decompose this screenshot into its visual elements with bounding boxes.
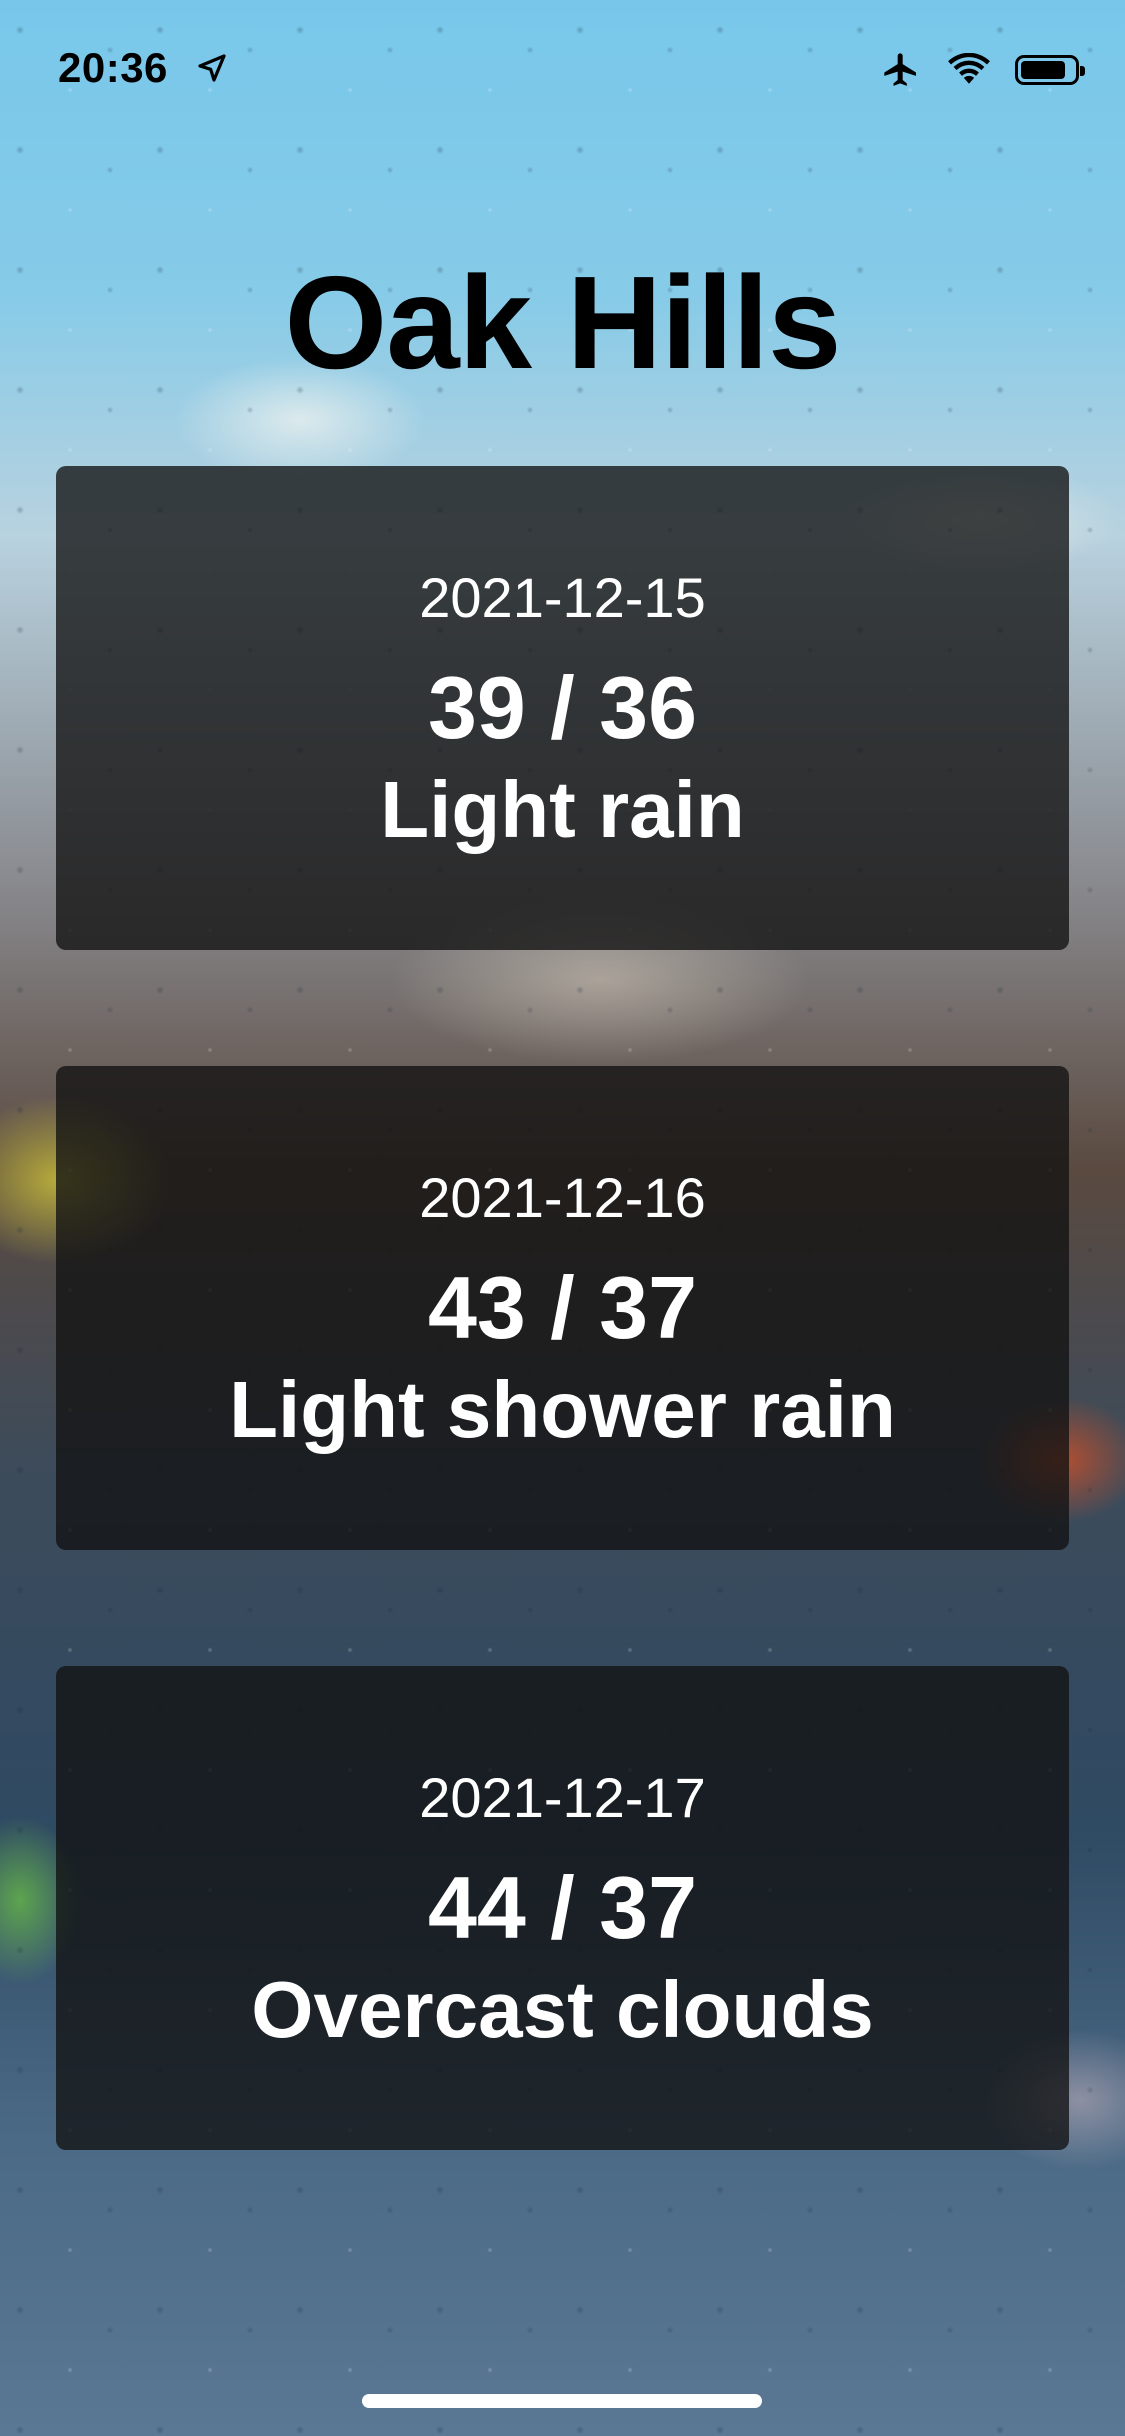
status-bar: 20:36 — [0, 0, 1125, 132]
forecast-temperature: 44 / 37 — [427, 1858, 698, 1957]
forecast-date: 2021-12-17 — [419, 1766, 706, 1829]
forecast-card[interactable]: 2021-12-15 39 / 36 Light rain — [56, 466, 1069, 950]
status-time: 20:36 — [58, 44, 168, 91]
city-title: Oak Hills — [284, 249, 842, 396]
forecast-card[interactable]: 2021-12-16 43 / 37 Light shower rain — [56, 1066, 1069, 1550]
forecast-list: 2021-12-15 39 / 36 Light rain 2021-12-16… — [56, 466, 1069, 2266]
battery-fill — [1021, 61, 1065, 79]
forecast-card[interactable]: 2021-12-17 44 / 37 Overcast clouds — [56, 1666, 1069, 2150]
wifi-icon — [948, 53, 990, 84]
forecast-description: Light rain — [380, 765, 745, 854]
forecast-temperature: 43 / 37 — [427, 1258, 698, 1357]
forecast-date: 2021-12-16 — [419, 1166, 706, 1229]
location-arrow-icon — [198, 54, 226, 82]
home-indicator[interactable] — [362, 2394, 762, 2408]
forecast-temperature: 39 / 36 — [427, 658, 698, 757]
battery-icon — [1015, 55, 1085, 85]
airplane-icon — [884, 53, 916, 86]
status-icons — [879, 48, 1085, 92]
weather-app-screen: { "status_bar": { "time": "20:36", "icon… — [0, 0, 1125, 2436]
forecast-description: Light shower rain — [229, 1365, 896, 1454]
forecast-description: Overcast clouds — [251, 1965, 874, 2054]
forecast-date: 2021-12-15 — [419, 566, 706, 629]
